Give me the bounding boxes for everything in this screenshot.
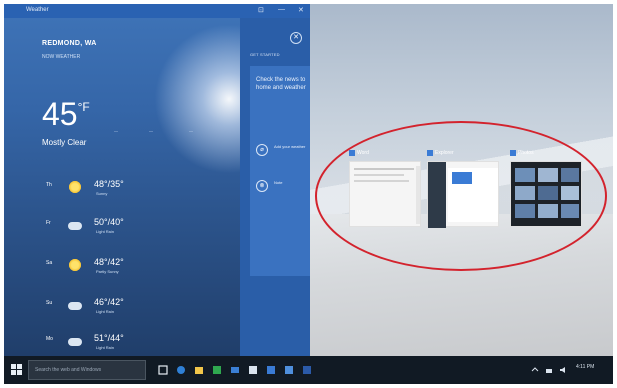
partly-sunny-icon: [68, 258, 82, 272]
forecast-range: 46°/42°: [94, 297, 124, 307]
news-headline: Check the news to home and weather: [256, 77, 306, 91]
news-item-text: Note: [274, 180, 283, 185]
news-item[interactable]: ⌀ Add your weather: [256, 142, 310, 170]
title-bar: Weather ⊡ — ✕: [4, 4, 310, 18]
clock[interactable]: 4:11 PM: [576, 364, 594, 370]
windows-start-icon[interactable]: [11, 364, 23, 376]
note-icon: ⊗: [256, 180, 268, 192]
forecast-condition: Sunny: [96, 191, 108, 196]
volume-icon[interactable]: [558, 365, 568, 375]
forecast-day: Su: [46, 300, 53, 306]
mail-icon[interactable]: [230, 365, 240, 375]
restore-button[interactable]: ⊡: [258, 6, 264, 14]
close-button[interactable]: ✕: [298, 6, 304, 14]
news-header: GET STARTED: [250, 52, 280, 57]
now-label: NOW WEATHER: [42, 54, 81, 60]
weather-app-icon[interactable]: [284, 365, 294, 375]
forecast-row[interactable]: Su 46°/42° Light Rain: [44, 294, 144, 324]
forecast-condition: Light Rain: [96, 345, 115, 350]
window-title: Weather: [26, 7, 49, 13]
stat-1: —: [114, 128, 118, 133]
forecast-range: 51°/44°: [94, 333, 124, 343]
forecast-day: Mo: [46, 336, 53, 342]
forecast-condition: Light Rain: [96, 229, 115, 234]
condition-text: Mostly Clear: [42, 138, 87, 147]
news-item[interactable]: ⊗ Note: [256, 178, 310, 206]
word-icon[interactable]: [302, 365, 312, 375]
minimize-button[interactable]: —: [278, 6, 285, 13]
store-icon[interactable]: [212, 365, 222, 375]
rain-cloud-icon: [68, 222, 82, 230]
close-icon[interactable]: ✕: [290, 32, 302, 44]
desktop-screen: Weather ⊡ — ✕ REDMOND, WA NOW WEATHER 45…: [4, 4, 613, 384]
network-icon[interactable]: [544, 365, 554, 375]
current-temperature: 45°F: [42, 96, 90, 133]
sun-icon: [68, 180, 82, 194]
notification-chevron-icon[interactable]: [530, 365, 540, 375]
temperature-unit: °F: [77, 100, 90, 114]
taskbar: Search the web and Windows 4:11 PM: [4, 356, 613, 384]
rain-cloud-icon: [68, 302, 82, 310]
search-input[interactable]: Search the web and Windows: [28, 360, 146, 380]
stat-2: —: [149, 128, 153, 133]
highlight-ellipse: [315, 121, 607, 271]
photos-icon[interactable]: [266, 365, 276, 375]
calendar-icon[interactable]: [248, 365, 258, 375]
forecast-condition: Partly Sunny: [96, 269, 119, 274]
forecast-range: 50°/40°: [94, 217, 124, 227]
forecast-day: Sa: [46, 260, 53, 266]
folder-icon[interactable]: [194, 365, 204, 375]
forecast-condition: Light Rain: [96, 309, 115, 314]
rain-cloud-icon: [68, 338, 82, 346]
forecast-row[interactable]: Fr 50°/40° Light Rain: [44, 214, 144, 244]
weather-main-pane: REDMOND, WA NOW WEATHER 45°F Mostly Clea…: [4, 18, 240, 356]
edge-icon[interactable]: [176, 365, 186, 375]
weather-icon: ⌀: [256, 144, 268, 156]
forecast-range: 48°/42°: [94, 257, 124, 267]
stat-3: —: [189, 128, 193, 133]
search-placeholder: Search the web and Windows: [35, 367, 102, 373]
news-item-text: Add your weather: [274, 144, 306, 149]
forecast-day: Fr: [46, 220, 51, 226]
weather-app-window: Weather ⊡ — ✕ REDMOND, WA NOW WEATHER 45…: [4, 4, 310, 356]
forecast-row[interactable]: Sa 48°/42° Partly Sunny: [44, 254, 144, 284]
forecast-day: Th: [46, 182, 52, 188]
forecast-row[interactable]: Th 48°/35° Sunny: [44, 176, 144, 206]
news-panel: ✕ GET STARTED Check the news to home and…: [240, 18, 310, 356]
forecast-range: 48°/35°: [94, 179, 124, 189]
city-name[interactable]: REDMOND, WA: [42, 40, 97, 47]
temperature-value: 45: [42, 96, 78, 132]
news-card[interactable]: Check the news to home and weather ⌀ Add…: [250, 66, 310, 276]
task-view-icon[interactable]: [158, 365, 168, 375]
